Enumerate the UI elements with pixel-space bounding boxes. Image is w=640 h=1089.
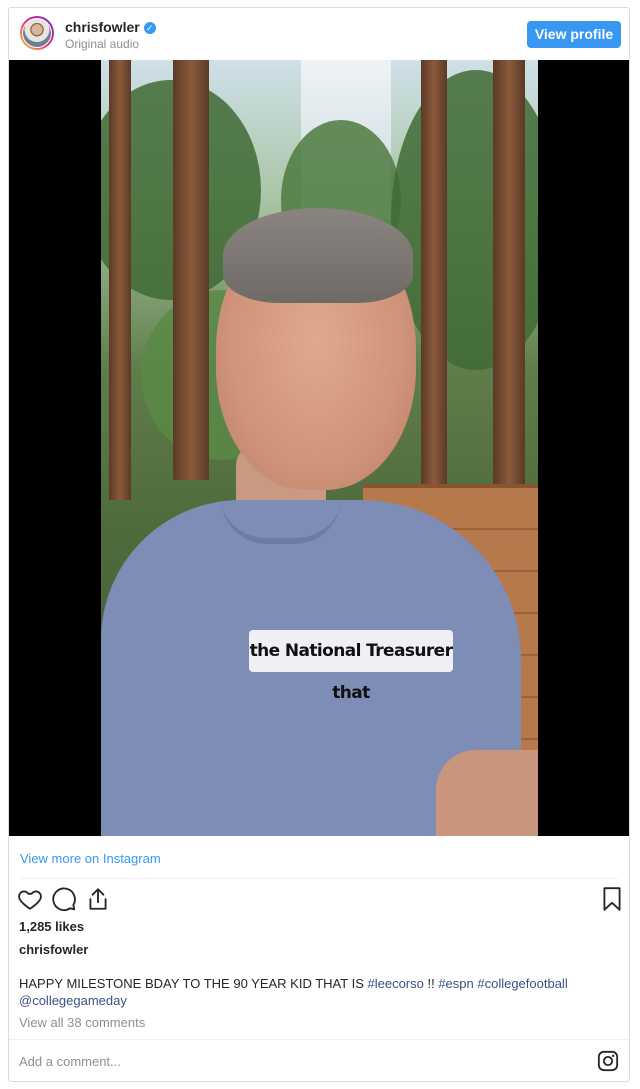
tree-trunk bbox=[421, 60, 447, 490]
post-caption: HAPPY MILESTONE BDAY TO THE 90 YEAR KID … bbox=[19, 975, 609, 1009]
share-icon[interactable] bbox=[85, 886, 111, 912]
audio-label[interactable]: Original audio bbox=[65, 37, 139, 51]
likes-count[interactable]: 1,285 likes bbox=[19, 919, 84, 934]
view-profile-button[interactable]: View profile bbox=[527, 21, 621, 48]
view-more-link[interactable]: View more on Instagram bbox=[20, 851, 161, 866]
view-all-comments-link[interactable]: View all 38 comments bbox=[19, 1015, 145, 1030]
video-player[interactable]: the National Treasurer that bbox=[9, 60, 629, 836]
video-frame: the National Treasurer that bbox=[101, 60, 538, 836]
caption-separator: !! bbox=[423, 976, 439, 991]
avatar-image bbox=[22, 18, 52, 48]
avatar[interactable] bbox=[20, 16, 54, 50]
comment-icon[interactable] bbox=[51, 886, 77, 912]
username-text[interactable]: chrisfowler bbox=[65, 19, 140, 35]
add-comment-input[interactable] bbox=[19, 1052, 579, 1070]
post-header: chrisfowler ✓ Original audio View profile bbox=[9, 8, 629, 60]
bookmark-icon[interactable] bbox=[599, 886, 625, 912]
action-bar bbox=[17, 886, 621, 914]
username[interactable]: chrisfowler ✓ bbox=[65, 19, 156, 35]
hashtag-link[interactable]: #collegefootball bbox=[477, 976, 567, 991]
tree-trunk bbox=[109, 60, 131, 500]
divider bbox=[20, 878, 618, 879]
hashtag-link[interactable]: #leecorso bbox=[367, 976, 423, 991]
hashtag-link[interactable]: #espn bbox=[438, 976, 473, 991]
comment-bar bbox=[9, 1039, 629, 1082]
post-author[interactable]: chrisfowler bbox=[19, 942, 88, 957]
verified-badge-icon: ✓ bbox=[143, 22, 156, 34]
instagram-icon[interactable] bbox=[597, 1050, 619, 1072]
caption-text: HAPPY MILESTONE BDAY TO THE 90 YEAR KID … bbox=[19, 976, 368, 991]
video-caption-overlay: the National Treasurer that bbox=[249, 630, 453, 703]
person-hair bbox=[223, 208, 413, 303]
tree-trunk bbox=[493, 60, 525, 490]
person-arm bbox=[436, 750, 538, 836]
heart-icon[interactable] bbox=[17, 886, 43, 912]
instagram-embed-card: chrisfowler ✓ Original audio View profile… bbox=[8, 7, 630, 1082]
mention-link[interactable]: @collegegameday bbox=[19, 993, 127, 1008]
tree-trunk bbox=[173, 60, 209, 480]
